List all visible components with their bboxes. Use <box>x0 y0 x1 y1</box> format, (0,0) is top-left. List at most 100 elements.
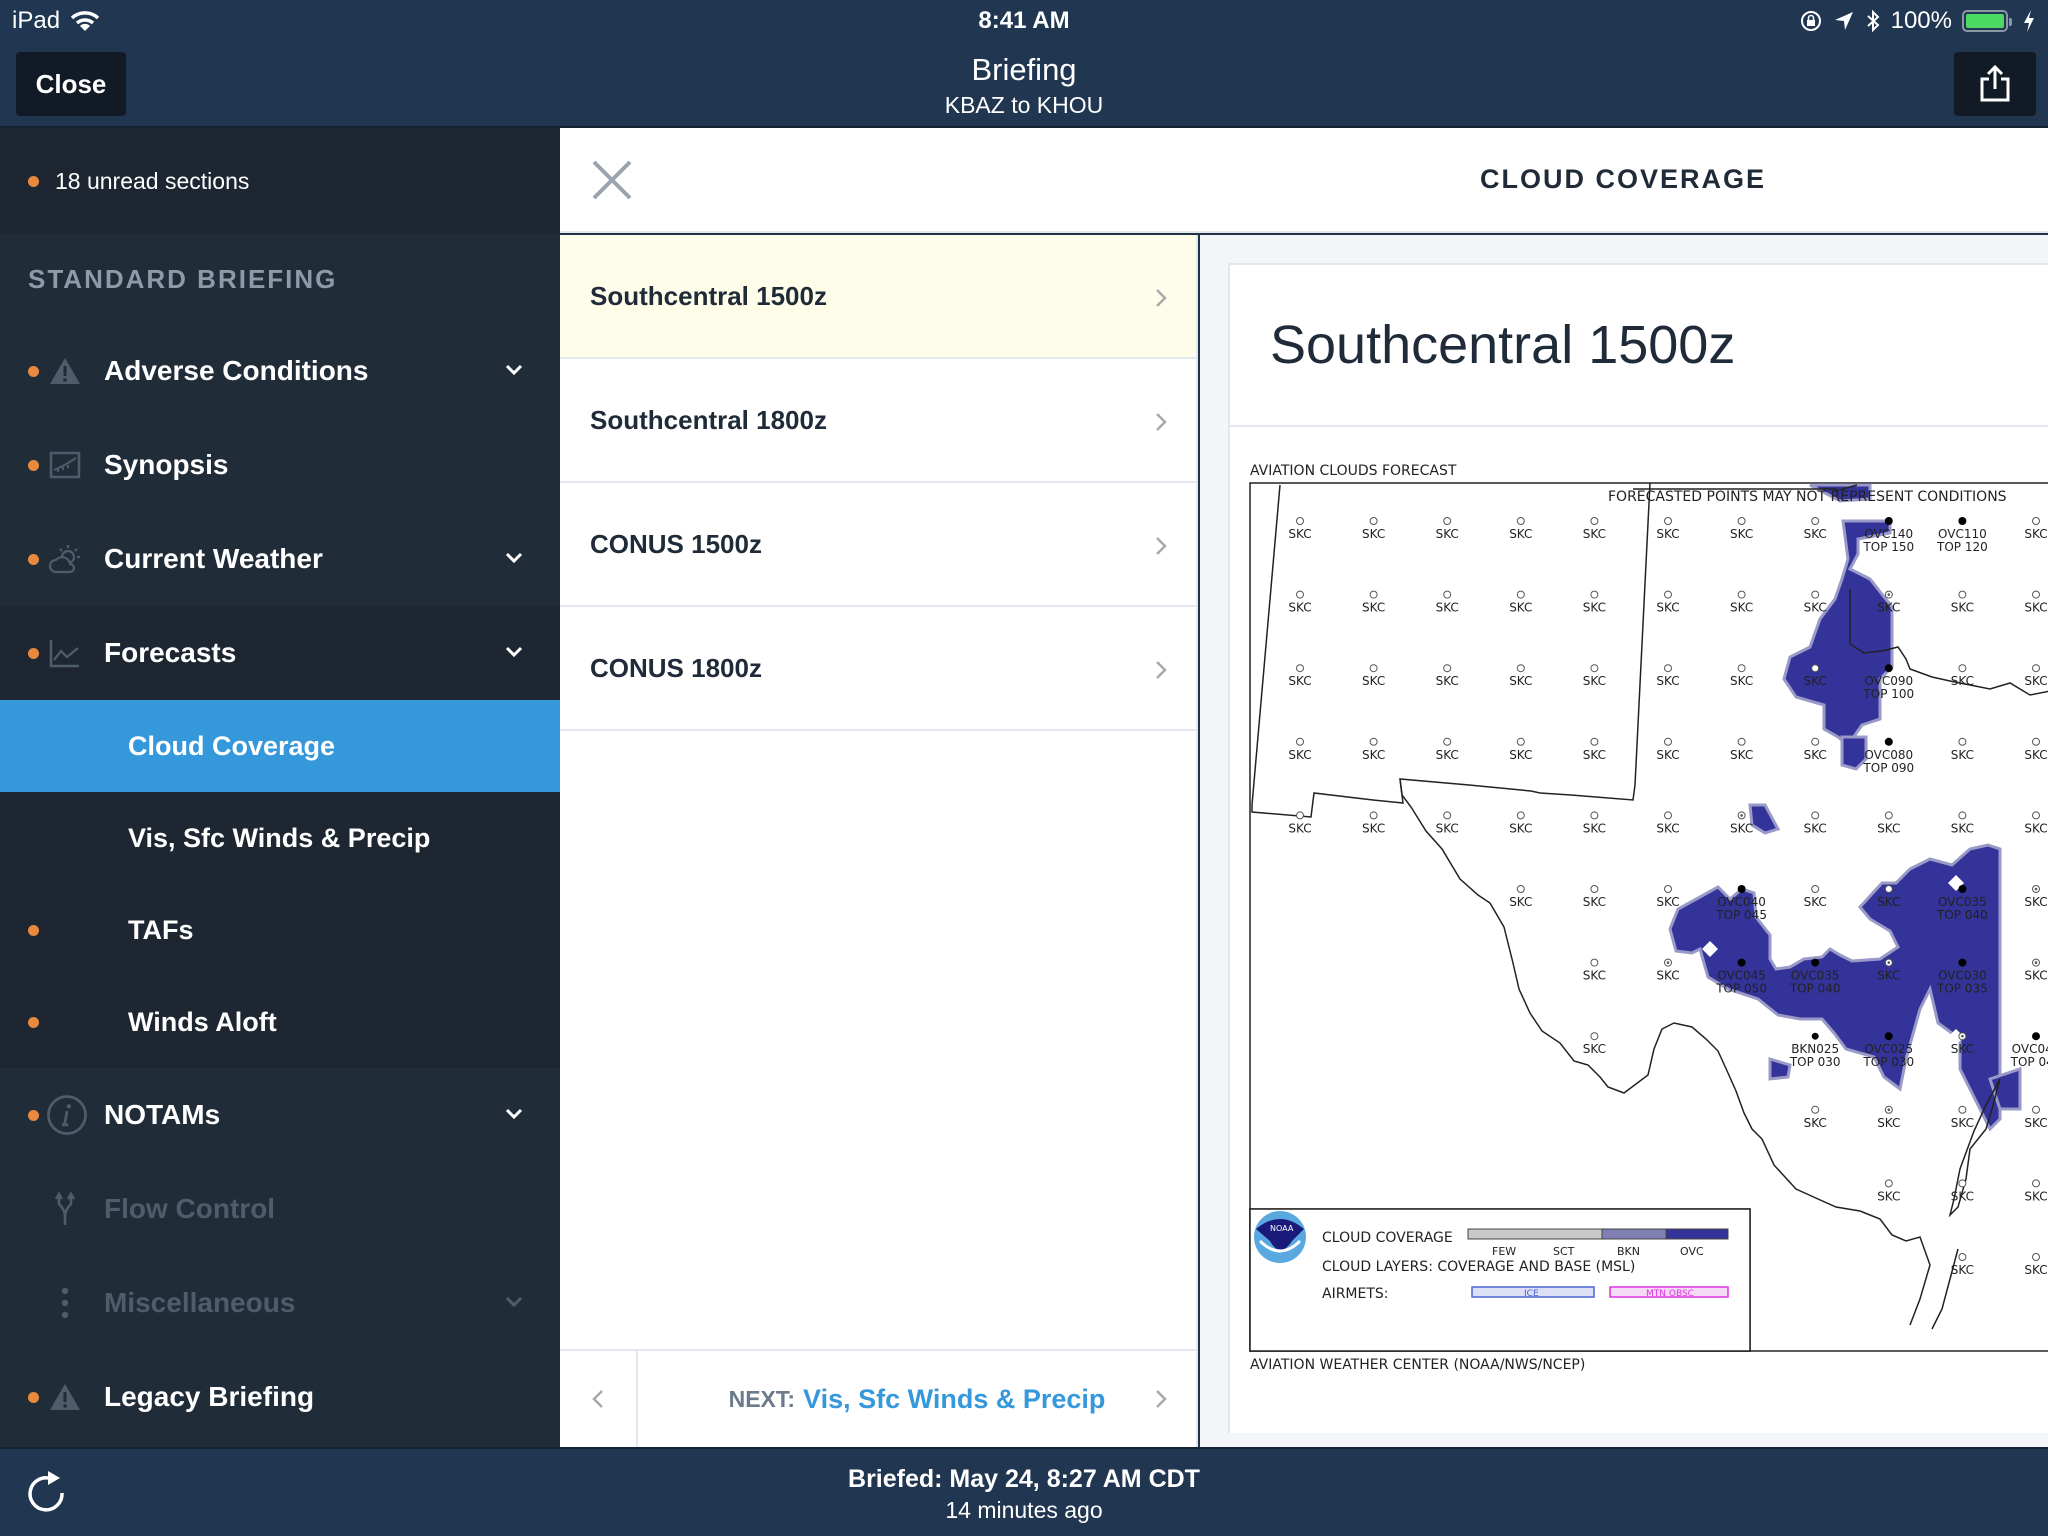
station-coverage-label: SKC <box>1288 748 1311 762</box>
list-item-southcentral-1800z[interactable]: Southcentral 1800z <box>560 359 1196 483</box>
cloud-forecast-map[interactable]: AVIATION CLOUDS FORECAST FORECASTED POIN… <box>1230 429 2048 1433</box>
station-top-label: TOP 045 <box>2010 1055 2048 1069</box>
unread-dot <box>28 648 39 659</box>
sidebar-item-notams[interactable]: NOTAMs <box>0 1068 560 1162</box>
station-marker <box>1516 517 1525 525</box>
nav-title: Briefing KBAZ to KHOU <box>0 52 2048 119</box>
chevron-down-icon[interactable] <box>504 642 524 662</box>
unread-dot <box>28 460 39 471</box>
station-marker-ring <box>1666 961 1670 964</box>
station-coverage-label: SKC <box>1288 674 1311 688</box>
list-item-southcentral-1500z[interactable]: Southcentral 1500z <box>560 235 1196 359</box>
station-marker <box>1810 1031 1820 1041</box>
station-coverage-label: SKC <box>1436 601 1459 615</box>
station-marker <box>1296 517 1304 525</box>
chevron-right-icon <box>1156 661 1167 679</box>
station-marker-ring <box>2034 887 2038 891</box>
share-button[interactable] <box>1954 52 2036 116</box>
list-item-conus-1800z[interactable]: CONUS 1800z <box>560 607 1196 731</box>
sidebar-item-legacy-briefing[interactable]: Legacy Briefing <box>0 1350 560 1444</box>
station-coverage-label: OVC045 <box>1717 969 1766 983</box>
detail-pane: Southcentral 1500z AVIATION CLOUDS FOREC… <box>1200 235 2048 1447</box>
station-coverage-label: OVC080 <box>1864 748 1913 762</box>
legend-airmet-ice-label: ICE <box>1524 1289 1539 1299</box>
station-marker <box>1811 737 1820 746</box>
legend-swatch-ovc <box>1665 1228 1729 1240</box>
station-marker <box>1296 590 1304 599</box>
sidebar-subitem-cloud-coverage[interactable]: Cloud Coverage <box>0 700 560 792</box>
station-top-label: TOP 030 <box>1862 1055 1914 1069</box>
sidebar-subitem-winds-aloft[interactable]: Winds Aloft <box>0 976 560 1068</box>
station-marker <box>1958 737 1967 746</box>
station-coverage-label: SKC <box>1656 969 1679 983</box>
sidebar-item-synopsis[interactable]: Synopsis <box>0 418 560 512</box>
station-marker <box>1664 737 1672 746</box>
station-marker <box>1590 737 1599 746</box>
sidebar-subitem-label: Winds Aloft <box>128 1006 277 1037</box>
station-marker <box>2032 590 2040 599</box>
legend-layers-label: CLOUD LAYERS: COVERAGE AND BASE (MSL) <box>1322 1259 1635 1275</box>
station-marker <box>1516 811 1525 820</box>
sidebar-item-current-weather[interactable]: Current Weather <box>0 512 560 606</box>
station-marker <box>1369 737 1378 746</box>
station-coverage-label: SKC <box>1362 527 1385 541</box>
station-marker <box>1590 1032 1599 1041</box>
sidebar-subitem-vis-sfc-winds-precip[interactable]: Vis, Sfc Winds & Precip <box>0 792 560 884</box>
station-marker <box>1884 737 1893 746</box>
chevron-down-icon <box>505 1296 523 1308</box>
detail-card: Southcentral 1500z AVIATION CLOUDS FOREC… <box>1228 263 2048 1433</box>
list-item-conus-1500z[interactable]: CONUS 1500z <box>560 483 1196 607</box>
legend-airmets-label: AIRMETS: <box>1322 1286 1389 1302</box>
station-coverage-label: SKC <box>1509 527 1532 541</box>
station-coverage-label: SKC <box>1877 1116 1900 1130</box>
station-coverage-label: SKC <box>2024 969 2047 983</box>
station-coverage-label: SKC <box>1730 601 1753 615</box>
station-marker <box>1737 885 1746 893</box>
station-marker <box>1884 664 1893 673</box>
chevron-down-icon[interactable] <box>504 1104 524 1124</box>
station-coverage-label: SKC <box>1656 601 1679 615</box>
previous-button[interactable] <box>560 1351 638 1447</box>
briefed-info: Briefed: May 24, 8:27 AM CDT 14 minutes … <box>0 1465 2048 1524</box>
station-coverage-label: SKC <box>2024 1116 2047 1130</box>
station-coverage-label: SKC <box>1362 748 1385 762</box>
app: iPad 8:41 AM 100% Close Briefing KBAZ to… <box>0 0 2048 1536</box>
station-marker <box>1516 664 1525 673</box>
close-icon[interactable] <box>590 158 634 202</box>
station-marker <box>1958 1179 1967 1188</box>
chevron-down-icon[interactable] <box>504 360 524 380</box>
station-coverage-label: OVC040 <box>1717 895 1766 909</box>
sidebar-item-label: Adverse Conditions <box>104 355 369 386</box>
station-marker <box>2032 737 2040 746</box>
station-marker <box>2032 1253 2040 1261</box>
station-coverage-label: OVC040 <box>2012 1042 2048 1056</box>
station-marker <box>1958 811 1967 820</box>
station-coverage-label: SKC <box>2024 821 2047 835</box>
next-button[interactable]: NEXT: Vis, Sfc Winds & Precip <box>638 1351 1196 1447</box>
sidebar-item-adverse-conditions[interactable]: Adverse Conditions <box>0 324 560 418</box>
map-footer: AVIATION WEATHER CENTER (NOAA/NWS/NCEP) <box>1250 1357 1585 1373</box>
line-chart-icon <box>49 640 79 668</box>
station-marker-ring <box>1740 814 1743 817</box>
station-coverage-label: SKC <box>1436 674 1459 688</box>
chevron-down-icon[interactable] <box>504 548 524 568</box>
station-coverage-label: SKC <box>1656 821 1679 835</box>
sidebar-item-forecasts[interactable]: Forecasts <box>0 606 560 700</box>
location-arrow-icon <box>1834 12 1853 30</box>
station-top-label: TOP 040 <box>1789 982 1841 996</box>
unread-dot <box>28 1110 39 1121</box>
station-marker <box>1664 664 1672 673</box>
map-title: AVIATION CLOUDS FORECAST <box>1250 463 1457 479</box>
station-top-label: TOP 035 <box>1936 982 1988 996</box>
station-marker <box>2032 1105 2040 1114</box>
chevron-right-icon <box>1156 289 1167 307</box>
station-coverage-label: SKC <box>1951 1042 1974 1056</box>
station-marker <box>1590 811 1599 820</box>
station-coverage-label: SKC <box>2024 895 2047 909</box>
chevron-right-icon <box>1156 1390 1167 1408</box>
station-marker-ring <box>1961 1034 1964 1038</box>
sidebar-subitem-tafs[interactable]: TAFs <box>0 884 560 976</box>
station-marker <box>2032 664 2040 673</box>
station-coverage-label: SKC <box>1583 674 1606 688</box>
station-coverage-label: SKC <box>1877 601 1900 615</box>
